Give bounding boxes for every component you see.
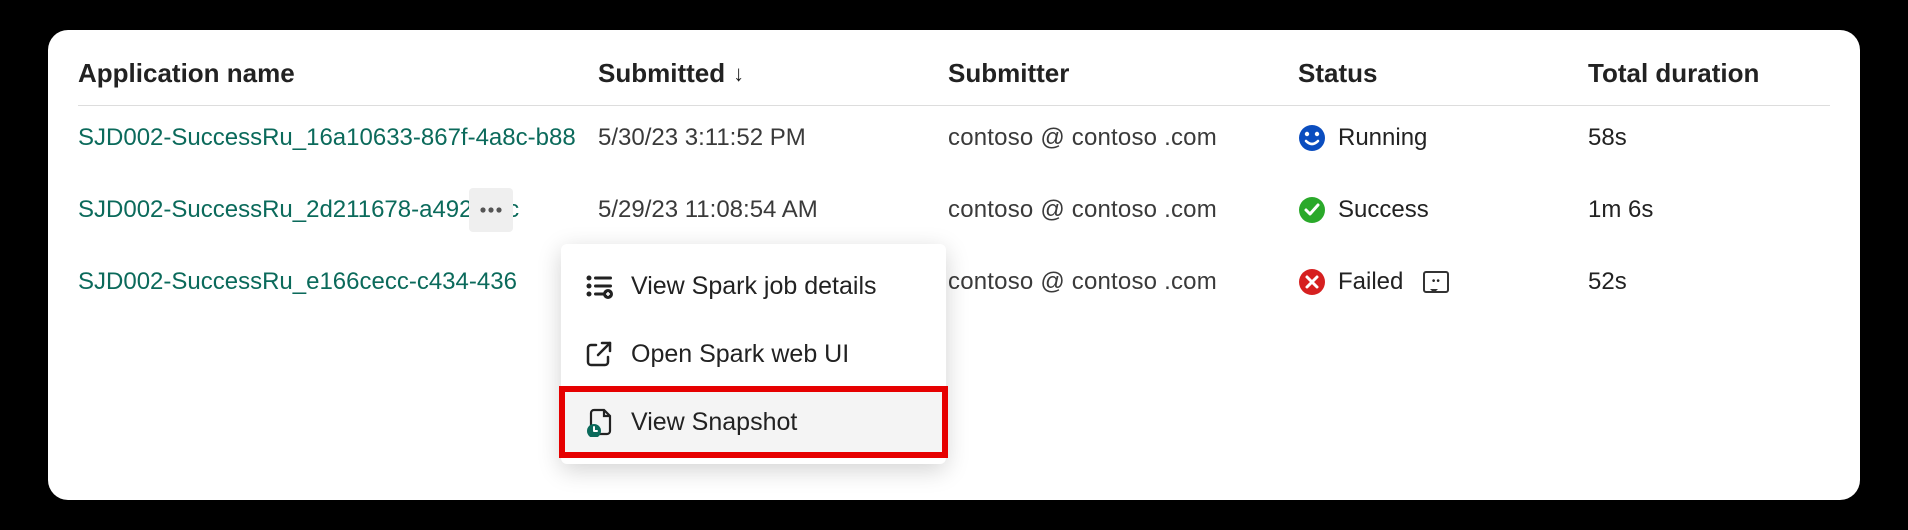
col-header-duration[interactable]: Total duration <box>1588 58 1830 89</box>
sort-descending-icon: ↓ <box>733 61 744 87</box>
jobs-panel: Application name Submitted ↓ Submitter S… <box>48 30 1860 500</box>
submitter-cell: contoso @ contoso .com <box>948 124 1298 152</box>
table-row: SJD002-SuccessRu_16a10633-867f-4a8c-b88 … <box>78 106 1830 170</box>
submitted-cell: 5/29/23 11:08:54 AM <box>598 196 948 224</box>
status-cell: Running <box>1298 124 1588 152</box>
status-label: Success <box>1338 196 1429 224</box>
running-icon <box>1298 124 1326 152</box>
status-label: Failed <box>1338 268 1403 296</box>
failed-icon <box>1298 268 1326 296</box>
table-header: Application name Submitted ↓ Submitter S… <box>78 40 1830 106</box>
snapshot-icon <box>583 406 615 438</box>
submitted-cell: 5/30/23 3:11:52 PM <box>598 124 948 152</box>
col-header-submitted[interactable]: Submitted ↓ <box>598 58 948 89</box>
status-cell: Failed •• <box>1298 268 1588 296</box>
col-header-status[interactable]: Status <box>1298 58 1588 89</box>
message-icon[interactable]: •• <box>1423 271 1449 293</box>
application-link[interactable]: SJD002-SuccessRu_e166cecc-c434-436 <box>78 268 517 296</box>
col-header-submitter[interactable]: Submitter <box>948 58 1298 89</box>
menu-item-view-snapshot[interactable]: View Snapshot <box>561 388 946 456</box>
menu-item-view-spark-job-details[interactable]: View Spark job details <box>561 252 946 320</box>
table-row: SJD002-SuccessRu_2d211678-a492-41c 5/29/… <box>78 170 1830 250</box>
success-icon <box>1298 196 1326 224</box>
duration-cell: 1m 6s <box>1588 196 1830 224</box>
submitter-cell: contoso @ contoso .com <box>948 196 1298 224</box>
menu-item-label: View Spark job details <box>631 272 877 301</box>
table-row: SJD002-SuccessRu_e166cecc-c434-436 conto… <box>78 250 1830 314</box>
row-more-button[interactable] <box>469 188 513 232</box>
menu-item-label: View Snapshot <box>631 408 797 437</box>
col-header-app-name[interactable]: Application name <box>78 58 598 89</box>
status-label: Running <box>1338 124 1427 152</box>
col-header-submitted-label: Submitted <box>598 58 725 89</box>
menu-item-open-spark-web-ui[interactable]: Open Spark web UI <box>561 320 946 388</box>
row-context-menu: View Spark job details Open Spark web UI… <box>561 244 946 464</box>
duration-cell: 58s <box>1588 124 1830 152</box>
menu-item-label: Open Spark web UI <box>631 340 849 369</box>
ellipsis-icon <box>480 207 502 213</box>
duration-cell: 52s <box>1588 268 1830 296</box>
application-link[interactable]: SJD002-SuccessRu_16a10633-867f-4a8c-b88 <box>78 124 576 152</box>
status-cell: Success <box>1298 196 1588 224</box>
submitter-cell: contoso @ contoso .com <box>948 268 1298 296</box>
list-details-icon <box>583 270 615 302</box>
external-link-icon <box>583 338 615 370</box>
application-link[interactable]: SJD002-SuccessRu_2d211678-a492-41c <box>78 196 519 224</box>
